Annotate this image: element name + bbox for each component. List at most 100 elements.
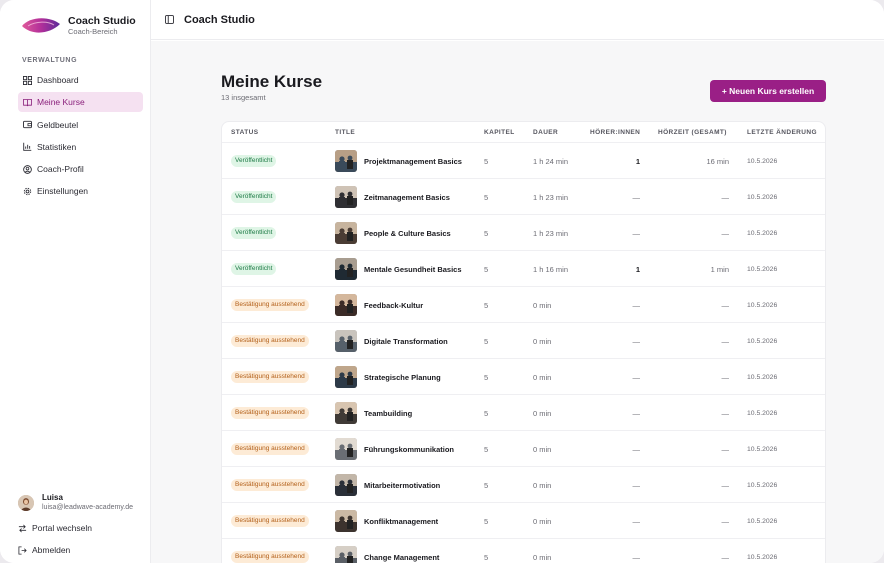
chapters-cell: 5 — [484, 480, 489, 490]
new-course-button[interactable]: + Neuen Kurs erstellen — [710, 80, 826, 102]
table-row[interactable]: Bestätigung ausstehend Change Management 5… — [222, 538, 825, 563]
updated-cell: 10.5.2026 — [747, 301, 778, 309]
title-cell[interactable]: Projektmanagement Basics — [335, 143, 462, 179]
listeners-cell: — — [632, 480, 641, 490]
title-cell[interactable]: Mitarbeitermotivation — [335, 467, 440, 503]
chapters-cell: 5 — [484, 156, 489, 166]
avatar — [18, 494, 34, 511]
brand-logo — [20, 14, 62, 38]
listen-time-cell: — — [721, 516, 730, 526]
sidebar-item-label: Geldbeutel — [37, 119, 79, 130]
sidebar-item-geldbeutel[interactable]: Geldbeutel — [18, 115, 143, 135]
title-cell[interactable]: Konfliktmanagement — [335, 503, 438, 539]
column-header-updated[interactable]: LETZTE ÄNDERUNG — [747, 129, 817, 136]
course-thumbnail — [335, 330, 357, 352]
nav-section-label: VERWALTUNG — [22, 57, 78, 64]
table-row[interactable]: Veröffentlicht Mentale Gesundheit Basics 5… — [222, 250, 825, 286]
sidebar-item-label: Statistiken — [37, 141, 77, 152]
table-row[interactable]: Veröffentlicht Projektmanagement Basics 5 1… — [222, 142, 825, 178]
course-thumbnail — [335, 294, 357, 316]
gear-icon — [23, 187, 32, 196]
course-thumbnail — [335, 474, 357, 496]
user-profile[interactable]: Luisa luisa@leadwave-academy.de — [18, 493, 133, 512]
title-cell[interactable]: Feedback-Kultur — [335, 287, 423, 323]
listeners-cell: — — [632, 408, 641, 418]
sidebar: Coach Studio Coach-Bereich VERWALTUNG Da… — [0, 0, 151, 563]
sidebar-item-coach-profil[interactable]: Coach-Profil — [18, 159, 143, 179]
course-thumbnail — [335, 186, 357, 208]
title-cell[interactable]: Change Management — [335, 539, 439, 563]
updated-cell: 10.5.2026 — [747, 193, 778, 201]
table-row[interactable]: Veröffentlicht People & Culture Basics 5 1 … — [222, 214, 825, 250]
column-header-listeners[interactable]: HÖRER:INNEN — [590, 129, 640, 136]
listen-time-cell: — — [721, 444, 730, 454]
title-cell[interactable]: Führungskommunikation — [335, 431, 454, 467]
duration-cell: 1 h 23 min — [533, 192, 569, 202]
listen-time-cell: — — [721, 336, 730, 346]
table-row[interactable]: Bestätigung ausstehend Führungskommunikat… — [222, 430, 825, 466]
status-badge: Bestätigung ausstehend — [231, 371, 309, 383]
listeners-cell: — — [632, 336, 641, 346]
sidebar-item-label: Coach-Profil — [37, 164, 84, 175]
status-badge: Bestätigung ausstehend — [231, 443, 309, 455]
title-cell[interactable]: Teambuilding — [335, 395, 412, 431]
status-badge: Veröffentlicht — [231, 155, 277, 167]
status-cell: Bestätigung ausstehend — [231, 467, 309, 503]
status-cell: Bestätigung ausstehend — [231, 503, 309, 539]
listeners-cell: — — [632, 372, 641, 382]
sidebar-item-statistiken[interactable]: Statistiken — [18, 137, 143, 157]
updated-cell: 10.5.2026 — [747, 409, 778, 417]
column-header-listen-time[interactable]: HÖRZEIT (GESAMT) — [658, 129, 727, 136]
title-cell[interactable]: Digitale Transformation — [335, 323, 448, 359]
table-row[interactable]: Bestätigung ausstehend Strategische Planu… — [222, 358, 825, 394]
user-circle-icon — [23, 164, 32, 174]
updated-cell: 10.5.2026 — [747, 517, 778, 525]
duration-cell: 1 h 16 min — [533, 264, 569, 274]
column-header-chapters[interactable]: KAPITEL — [484, 129, 515, 136]
status-badge: Bestätigung ausstehend — [231, 551, 309, 563]
listen-time-cell: — — [721, 408, 730, 418]
status-cell: Bestätigung ausstehend — [231, 323, 309, 359]
duration-cell: 1 h 24 min — [533, 156, 569, 166]
sidebar-item-label: Dashboard — [37, 75, 79, 85]
updated-cell: 10.5.2026 — [747, 481, 778, 489]
column-header-duration[interactable]: DAUER — [533, 129, 558, 136]
sidebar-item-einstellungen[interactable]: Einstellungen — [18, 181, 143, 201]
table-row[interactable]: Bestätigung ausstehend Digitale Transform… — [222, 322, 825, 358]
status-cell: Veröffentlicht — [231, 143, 277, 179]
updated-cell: 10.5.2026 — [747, 337, 778, 345]
sidebar-toggle-icon[interactable] — [165, 15, 174, 24]
sidebar-item-label: Meine Kurse — [37, 97, 85, 108]
status-cell: Bestätigung ausstehend — [231, 287, 309, 323]
logout-link[interactable]: Abmelden — [18, 545, 70, 555]
listen-time-cell: — — [721, 228, 730, 238]
table-row[interactable]: Bestätigung ausstehend Feedback-Kultur 5 0 … — [222, 286, 825, 322]
column-header-status[interactable]: STATUS — [231, 129, 258, 136]
title-cell[interactable]: Zeitmanagement Basics — [335, 179, 450, 215]
table-row[interactable]: Veröffentlicht Zeitmanagement Basics 5 1 h … — [222, 178, 825, 214]
status-badge: Veröffentlicht — [231, 191, 277, 203]
updated-cell: 10.5.2026 — [747, 445, 778, 453]
title-cell[interactable]: People & Culture Basics — [335, 215, 451, 251]
table-row[interactable]: Bestätigung ausstehend Teambuilding 5 0 min… — [222, 394, 825, 430]
status-cell: Bestätigung ausstehend — [231, 539, 309, 563]
table-row[interactable]: Bestätigung ausstehend Mitarbeitermotivat… — [222, 466, 825, 502]
chapters-cell: 5 — [484, 264, 489, 274]
brand[interactable]: Coach Studio Coach-Bereich — [20, 14, 136, 38]
listen-time-cell: — — [721, 192, 730, 202]
sidebar-item-dashboard[interactable]: Dashboard — [18, 70, 143, 90]
course-thumbnail — [335, 510, 357, 532]
table-row[interactable]: Bestätigung ausstehend Konfliktmanagement… — [222, 502, 825, 538]
title-cell[interactable]: Mentale Gesundheit Basics — [335, 251, 462, 287]
table-header: STATUS TITLE KAPITEL DAUER HÖRER:INNEN H… — [222, 122, 825, 142]
status-badge: Veröffentlicht — [231, 263, 277, 275]
sidebar-item-meine-kurse[interactable]: Meine Kurse — [18, 92, 143, 113]
duration-cell: 0 min — [533, 552, 552, 562]
duration-cell: 0 min — [533, 480, 552, 490]
course-thumbnail — [335, 438, 357, 460]
topbar-title: Coach Studio — [184, 13, 255, 26]
status-badge: Bestätigung ausstehend — [231, 335, 309, 347]
switch-portal-link[interactable]: Portal wechseln — [18, 523, 92, 533]
title-cell[interactable]: Strategische Planung — [335, 359, 441, 395]
column-header-title[interactable]: TITLE — [335, 129, 355, 136]
